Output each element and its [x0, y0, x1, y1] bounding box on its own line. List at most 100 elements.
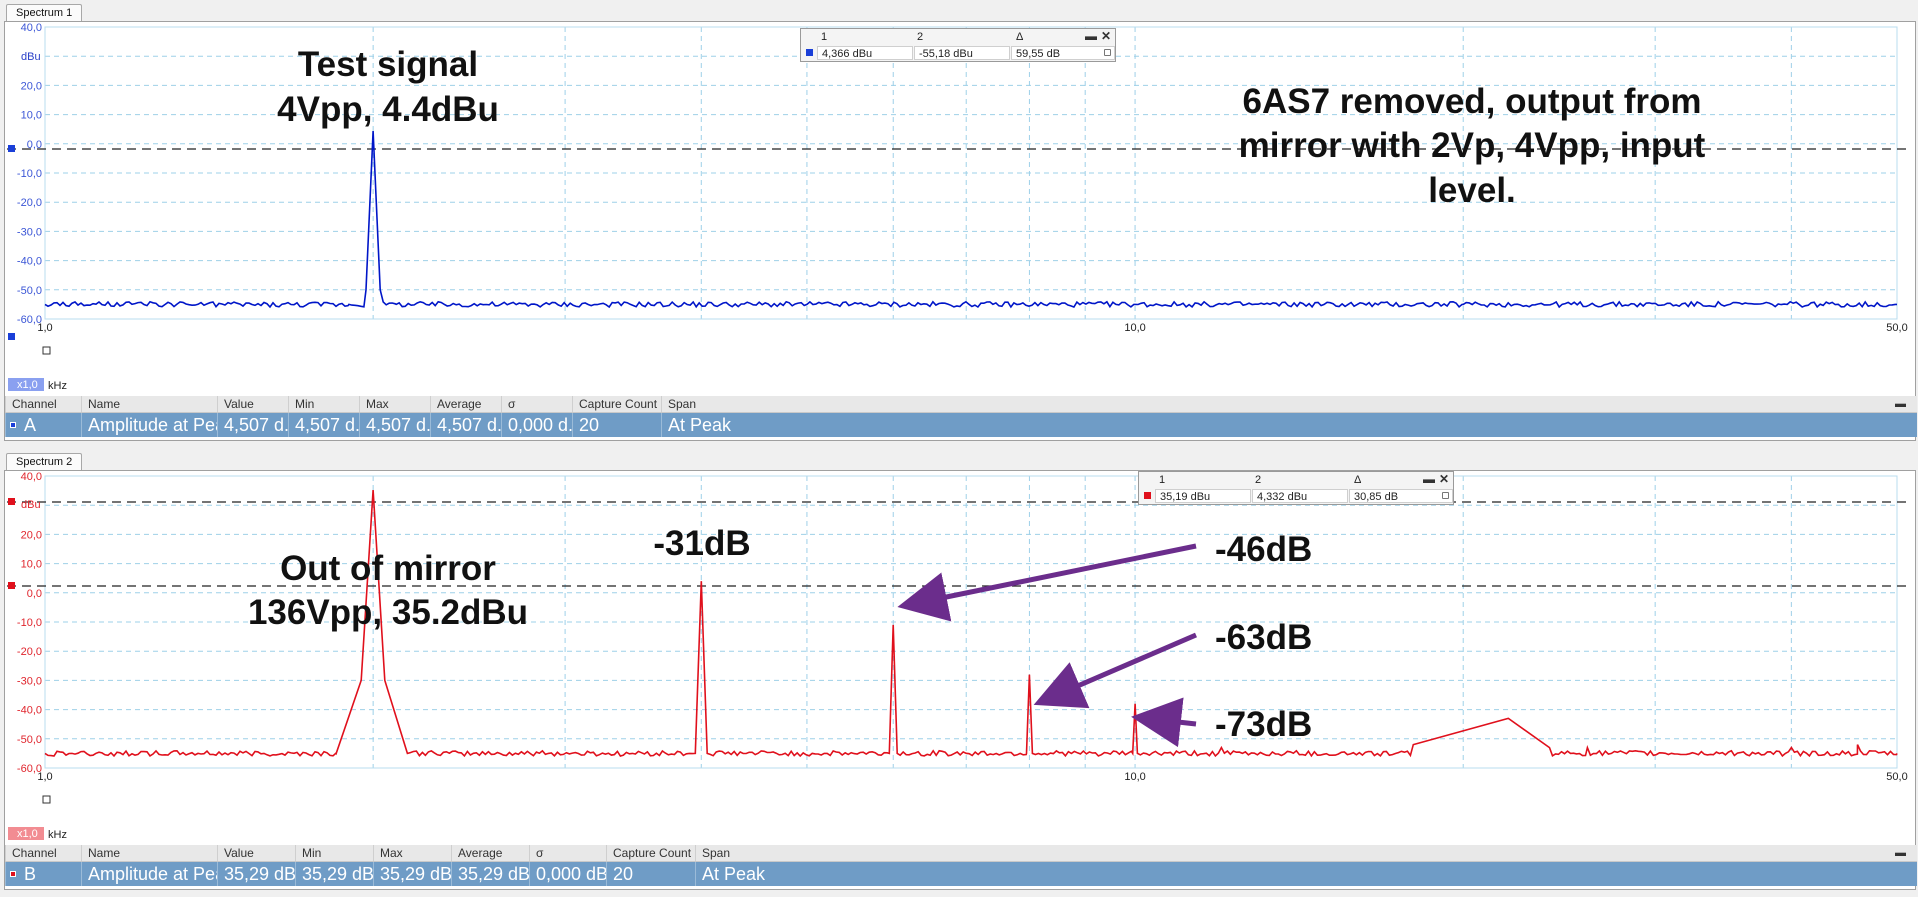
y-tick-label: -40,0 [17, 256, 42, 268]
y-tick-label: -50,0 [17, 734, 42, 746]
cursor-readout-2[interactable]: 1 2 Δ ▬ ✕ 35,19 dBu 4,332 dBu 30,85 dB [1138, 471, 1454, 505]
x-scale-badge-label: x1,0 [17, 379, 38, 391]
annotation-h2: -31dB [653, 524, 750, 563]
annotation-h4: -63dB [1215, 618, 1312, 657]
column-header-average[interactable]: Average [451, 845, 529, 861]
spectrum1-plot[interactable]: 40,020,010,00,0-10,0-20,0-30,0-40,0-50,0… [5, 22, 1915, 397]
column-header-value[interactable]: Value [217, 845, 295, 861]
cursor-value-2: 4,332 dBu [1252, 489, 1348, 503]
channel-swatch-icon [10, 871, 16, 877]
column-header-span[interactable]: Span [661, 396, 1917, 412]
channel-swatch-icon [806, 49, 813, 56]
annotation-out-of-mirror-1: Out of mirror [280, 549, 496, 588]
x-unit-label: kHz [48, 829, 67, 841]
column-header-average[interactable]: Average [430, 396, 501, 412]
column-header-channel[interactable]: Channel [5, 396, 81, 412]
cursor-1-handle[interactable] [8, 498, 15, 505]
arrow-h5 [1131, 697, 1197, 748]
cell-channel: B [5, 862, 81, 886]
cell-max: 4,507 d... [359, 413, 430, 437]
cursor-header-delta: Δ [1354, 474, 1362, 486]
cell-sigma: 0,000 d... [501, 413, 572, 437]
column-header-max[interactable]: Max [359, 396, 430, 412]
column-header-value[interactable]: Value [217, 396, 288, 412]
y-tick-label: 10,0 [21, 110, 42, 122]
spectrum2-plot[interactable]: 40,0 20,0 10,0 0,0 -10,0 -20,0 -30,0 -40,0 -50,0… [5, 471, 1915, 846]
cell-min: 35,29 dBu [295, 862, 373, 886]
y-tick-label: 20,0 [21, 80, 42, 92]
collapse-icon[interactable]: ▬ [1895, 847, 1906, 859]
cell-name: Amplitude at Peak [81, 413, 217, 437]
column-header-name[interactable]: Name [81, 396, 217, 412]
cell-value: 35,29 dBu [217, 862, 295, 886]
tab-spectrum2[interactable]: Spectrum 2 [6, 453, 83, 471]
column-header-span[interactable]: Span [695, 845, 1917, 861]
collapse-icon[interactable]: ▬ [1895, 398, 1906, 410]
cursor-header-2: 2 [917, 31, 924, 43]
cursor-1-handle[interactable] [8, 145, 15, 152]
cursor-2-handle[interactable] [8, 333, 15, 340]
column-header-max[interactable]: Max [373, 845, 451, 861]
channel-swatch-icon [10, 422, 16, 428]
column-header-min[interactable]: Min [288, 396, 359, 412]
table-row[interactable]: BAmplitude at Peak35,29 dBu35,29 dBu35,2… [5, 862, 1917, 886]
close-icon[interactable]: ✕ [1101, 29, 1111, 44]
minimize-icon[interactable]: ▬ [1423, 472, 1435, 487]
cursor-readout-1[interactable]: 1 2 Δ ▬ ✕ 4,366 dBu -55,18 dBu 59,55 dB [800, 28, 1116, 62]
x-tick-label: 10,0 [1124, 322, 1145, 334]
cell-average: 35,29 dBu [451, 862, 529, 886]
cursor-header-1: 1 [1159, 474, 1166, 486]
annotation-h5: -73dB [1215, 705, 1312, 744]
y-tick-label: -40,0 [17, 705, 42, 717]
column-header-sigma[interactable]: σ [529, 845, 606, 861]
cell-value: 4,507 d... [217, 413, 288, 437]
column-header-capture-count[interactable]: Capture Count [606, 845, 695, 861]
annotation-test-signal-2: 4Vpp, 4.4dBu [277, 90, 499, 129]
spectrum1-panel: Spectrum 1 40,0 20,0 10,0 0,0 -10,0 -20,0 -30,… [0, 0, 1918, 449]
y-tick-label: -20,0 [17, 646, 42, 658]
table-header: Channel Name Value Min Max Average σ Capture Co… [5, 396, 1917, 413]
y-tick-label: -30,0 [17, 675, 42, 687]
close-icon[interactable]: ✕ [1439, 472, 1449, 487]
y-tick-label: -10,0 [17, 617, 42, 629]
cursor-value-2: -55,18 dBu [914, 46, 1010, 60]
cell-capture-count: 20 [606, 862, 695, 886]
autoscale-toggle[interactable] [42, 795, 51, 804]
y-unit-label: dBu [21, 499, 41, 511]
tab-spectrum1[interactable]: Spectrum 1 [6, 4, 83, 22]
column-header-channel[interactable]: Channel [5, 845, 81, 861]
x-tick-label: 50,0 [1886, 771, 1907, 783]
cursor-header-2: 2 [1255, 474, 1262, 486]
minimize-icon[interactable]: ▬ [1085, 29, 1097, 44]
y-tick-label: 20,0 [21, 529, 42, 541]
cursor-value-delta: 59,55 dB [1011, 46, 1115, 60]
column-header-capture-count[interactable]: Capture Count [572, 396, 661, 412]
autoscale-toggle[interactable] [42, 346, 51, 355]
x-tick-label: 10,0 [1124, 771, 1145, 783]
y-tick-label: 40,0 [21, 471, 42, 483]
column-header-sigma[interactable]: σ [501, 396, 572, 412]
table-row[interactable]: AAmplitude at Peak4,507 d...4,507 d...4,… [5, 413, 1917, 437]
cell-average: 4,507 d... [430, 413, 501, 437]
spectrum2-annotations: Out of mirror 136Vpp, 35.2dBu -31dB -46d… [248, 524, 1312, 748]
cell-min: 4,507 d... [288, 413, 359, 437]
table-header: Channel Name Value Min Max Average σ Capture Co… [5, 845, 1917, 862]
lock-icon[interactable] [1104, 49, 1111, 56]
column-header-name[interactable]: Name [81, 845, 217, 861]
cell-channel: A [5, 413, 81, 437]
y-tick-label: 10,0 [21, 559, 42, 571]
annotation-out-of-mirror-2: 136Vpp, 35.2dBu [248, 593, 528, 632]
column-header-min[interactable]: Min [295, 845, 373, 861]
cursor-value-1: 35,19 dBu [1155, 489, 1251, 503]
lock-icon[interactable] [1442, 492, 1449, 499]
y-unit-label: dBu [21, 51, 41, 63]
x-tick-label: 1,0 [37, 771, 52, 783]
y-tick-label: -10,0 [17, 168, 42, 180]
annotation-note-3: level. [1428, 171, 1516, 210]
y-tick-label: 0,0 [27, 588, 42, 600]
spectrum2-frame: 40,0 20,0 10,0 0,0 -10,0 -20,0 -30,0 -40,0 -50,0… [4, 470, 1917, 890]
cell-name: Amplitude at Peak [81, 862, 217, 886]
cursor-2-handle[interactable] [8, 582, 15, 589]
cell-span: At Peak [695, 862, 1917, 886]
cell-span: At Peak [661, 413, 1917, 437]
